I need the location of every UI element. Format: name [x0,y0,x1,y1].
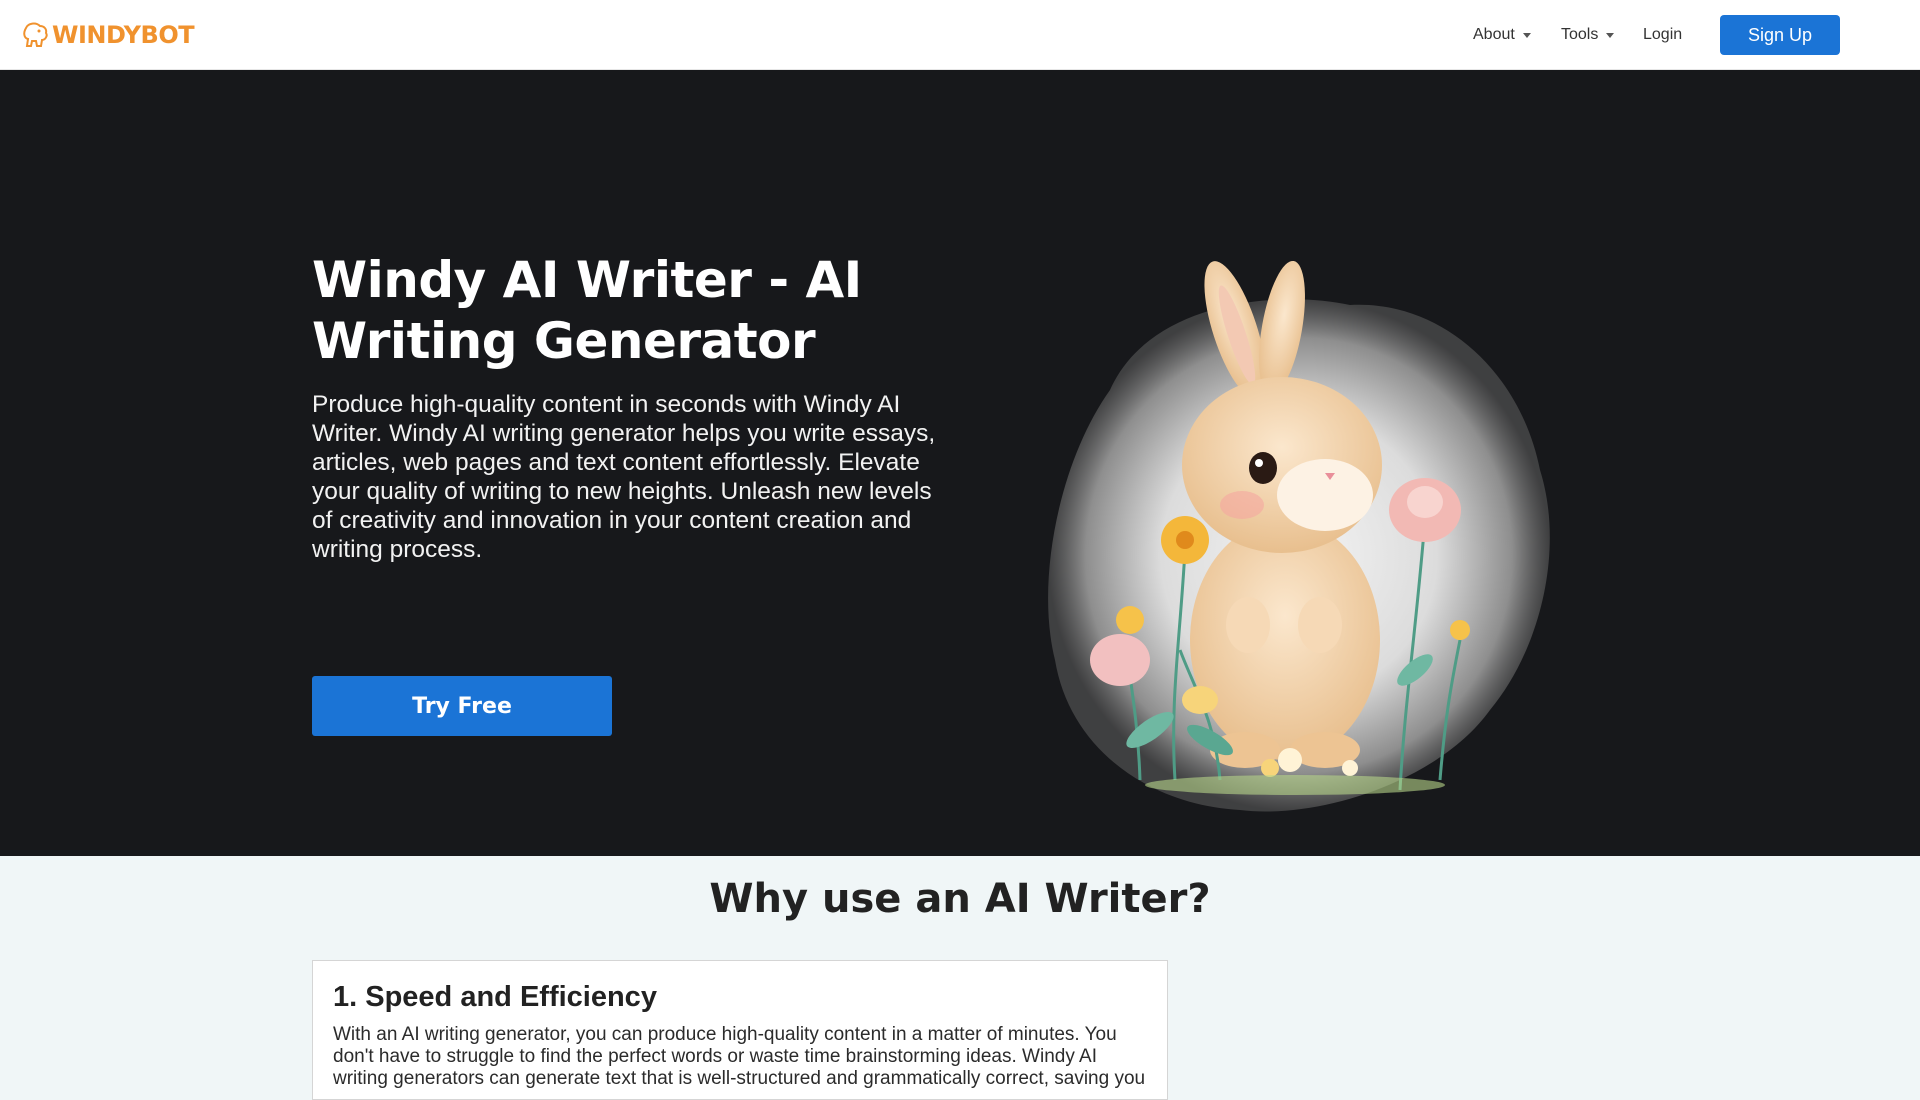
hero-section: Windy AI Writer - AI Writing Generator P… [0,70,1920,856]
chevron-down-icon [1606,32,1615,38]
nav-about[interactable]: About [1473,26,1531,44]
features-heading: Why use an AI Writer? [709,876,1211,922]
sign-up-button[interactable]: Sign Up [1720,15,1840,55]
main-nav: About Tools Login [0,0,1920,70]
top-navbar: WINDYBOT About Tools Login Sign Up [0,0,1920,70]
feature-card-title: 1. Speed and Efficiency [333,981,657,1013]
nav-tools[interactable]: Tools [1561,26,1615,44]
nav-tools-label: Tools [1561,26,1599,43]
try-free-button[interactable]: Try Free [312,676,612,736]
bunny-illustration [1048,260,1550,812]
chevron-down-icon [1522,32,1531,38]
nav-login-label: Login [1643,26,1683,43]
hero-title: Windy AI Writer - AI Writing Generator [312,251,862,370]
feature-card-text: With an AI writing generator, you can pr… [333,1024,1146,1089]
feature-card: 1. Speed and Efficiency With an AI writi… [312,960,1168,1100]
nav-login[interactable]: Login [1643,26,1682,44]
hero-description: Produce high-quality content in seconds … [312,391,936,563]
nav-about-label: About [1473,26,1515,43]
